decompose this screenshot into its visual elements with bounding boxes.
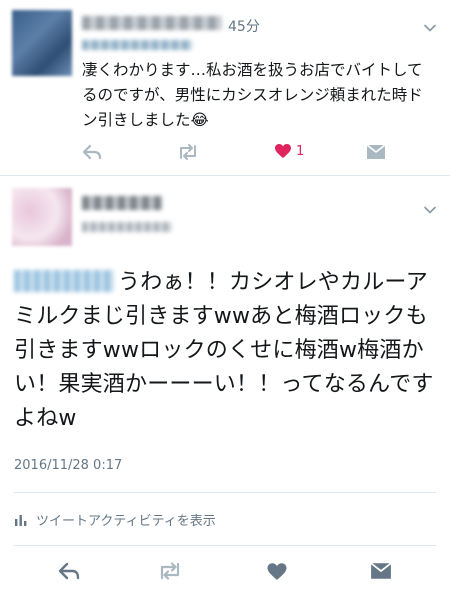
dm-icon — [366, 144, 386, 159]
like-button[interactable] — [266, 562, 288, 581]
user-handle-redacted[interactable] — [82, 222, 172, 232]
dm-button[interactable] — [366, 144, 386, 160]
user-handle-redacted[interactable] — [82, 40, 192, 50]
chevron-down-icon[interactable] — [424, 22, 436, 34]
tweet-time: 45分 — [228, 19, 260, 35]
retweet-button[interactable] — [156, 562, 184, 580]
mention-redacted[interactable] — [14, 270, 114, 292]
bar-chart-icon — [15, 514, 27, 526]
dm-icon — [370, 562, 392, 579]
tweet-text-body: うわぁ！！カシオレやカルーアミルクまじ引きますwwあと梅酒ロックも引きますwwロ… — [14, 270, 434, 431]
divider — [0, 175, 450, 176]
retweet-icon — [160, 562, 180, 580]
reply-button[interactable] — [58, 562, 80, 580]
like-button[interactable]: 1 — [274, 143, 304, 159]
avatar[interactable] — [12, 10, 72, 76]
tweet-activity-link[interactable]: ツイートアクティビティを表示 — [14, 510, 216, 529]
tweet-actions: 1 — [82, 140, 402, 166]
reply-icon — [58, 562, 80, 580]
heart-icon — [267, 563, 287, 580]
avatar[interactable] — [12, 188, 72, 246]
tweet-text: 凄くわかります…私お酒を扱うお店でバイトしてるのですが、男性にカシスオレンジ頼ま… — [82, 61, 423, 129]
divider — [14, 492, 436, 493]
tweet-text: うわぁ！！カシオレやカルーアミルクまじ引きますwwあと梅酒ロックも引きますwwロ… — [14, 266, 442, 436]
tweet-timestamp: 2016/11/28 0:17 — [14, 458, 123, 473]
tweet-actions — [0, 555, 450, 589]
divider — [14, 545, 436, 546]
activity-label: ツイートアクティビティを表示 — [36, 514, 216, 529]
retweet-button[interactable] — [176, 144, 200, 160]
like-count: 1 — [296, 143, 305, 159]
dm-button[interactable] — [370, 562, 392, 580]
heart-icon — [275, 144, 291, 158]
display-name-redacted[interactable] — [82, 196, 162, 210]
chevron-down-icon[interactable] — [424, 204, 436, 216]
display-name-redacted[interactable] — [82, 16, 222, 30]
retweet-icon — [180, 144, 196, 160]
reply-icon — [82, 144, 102, 160]
reply-button[interactable] — [82, 144, 102, 160]
